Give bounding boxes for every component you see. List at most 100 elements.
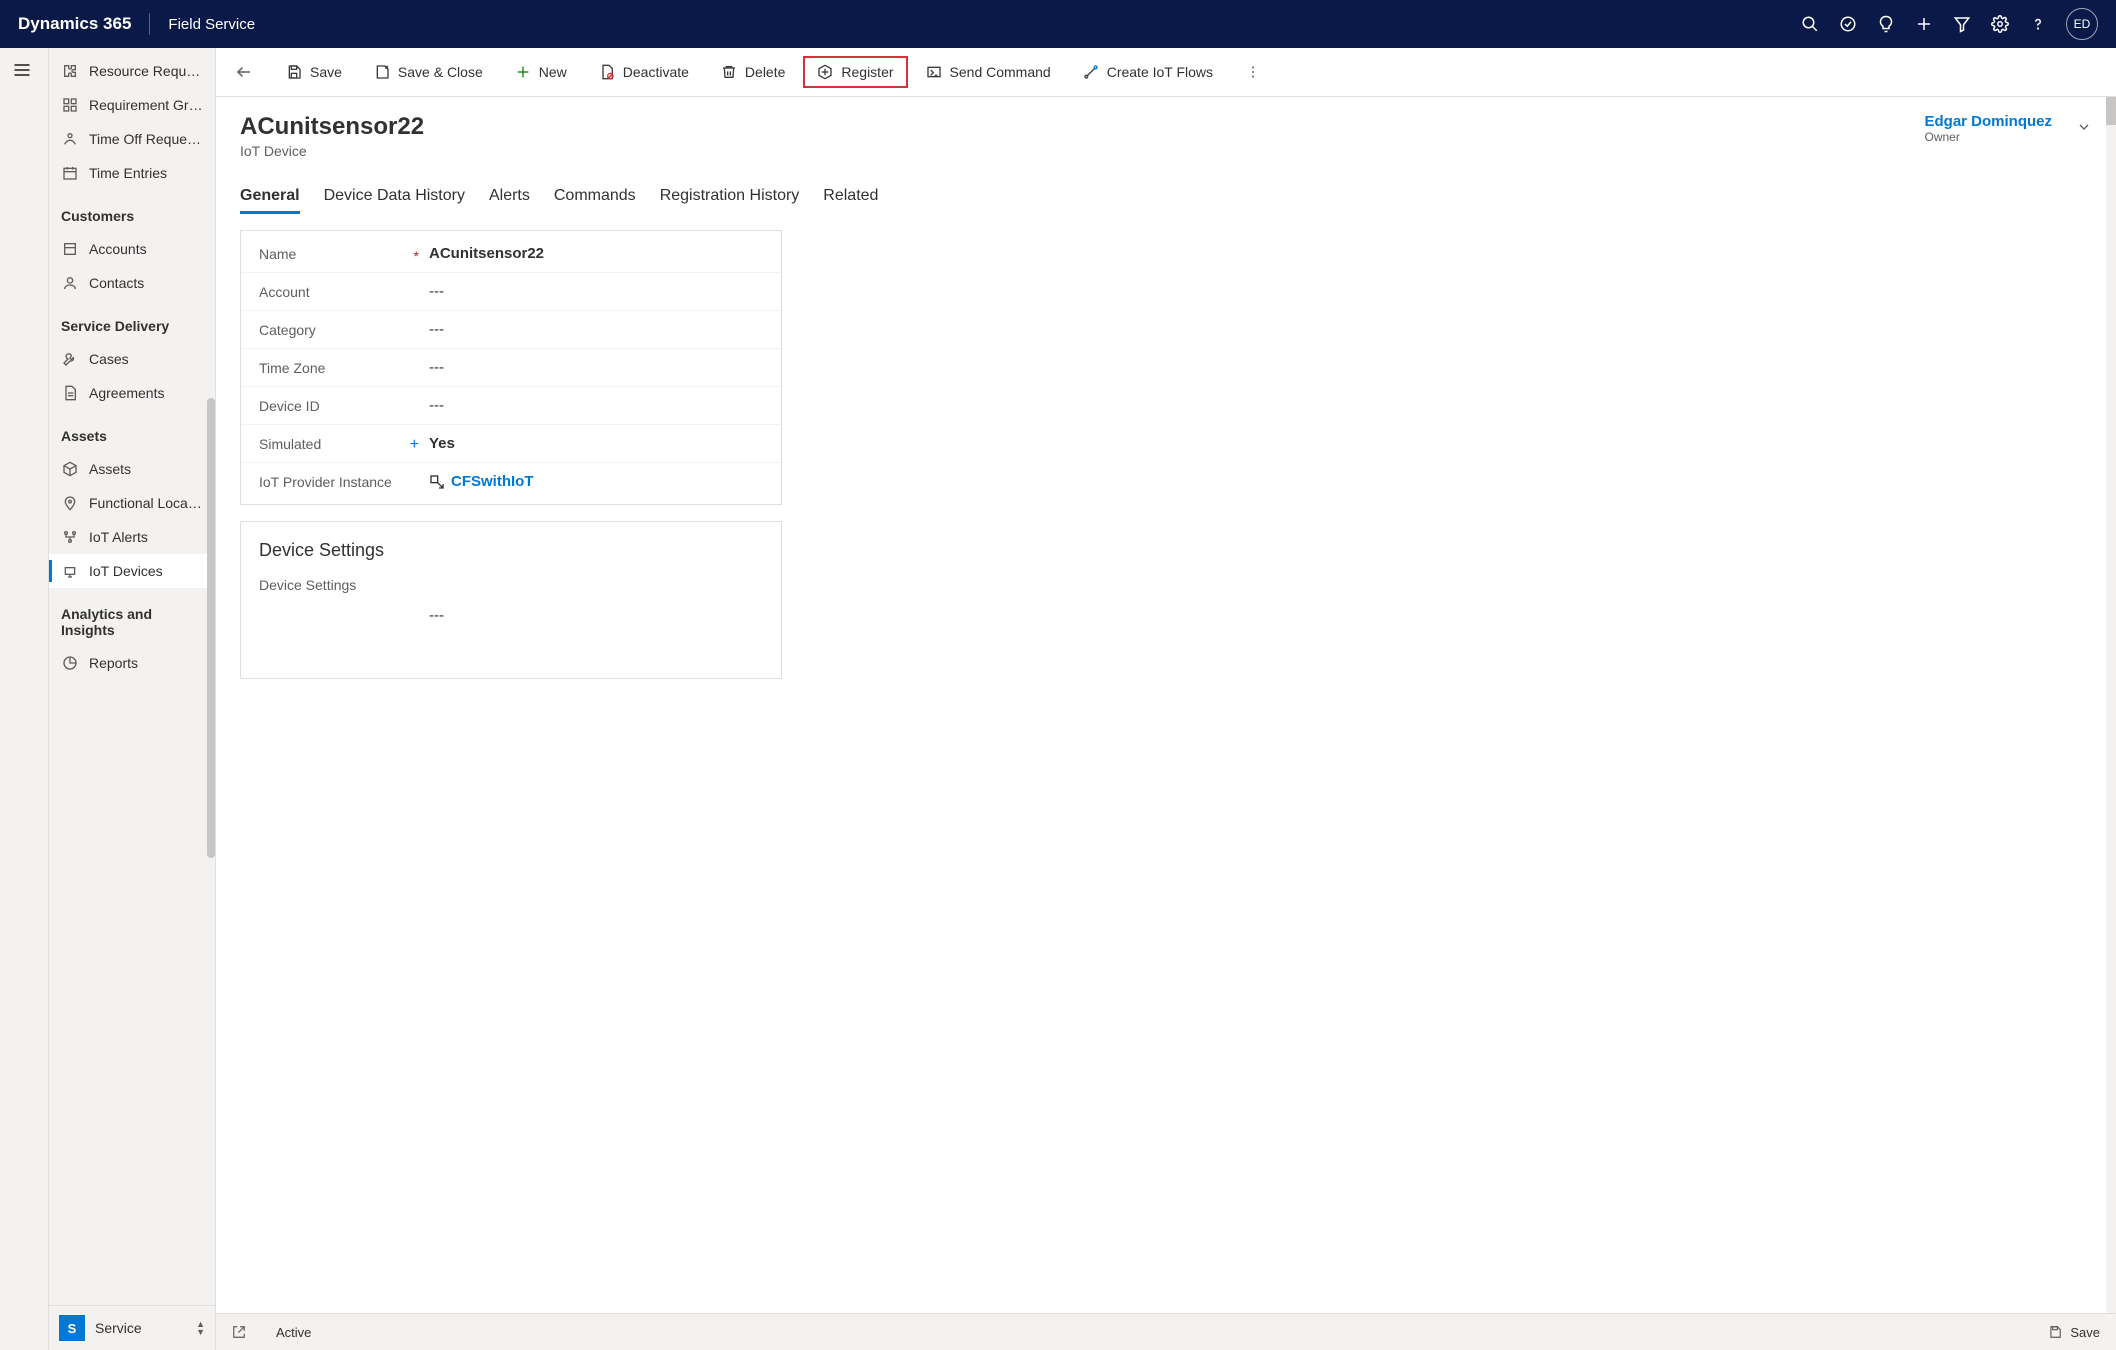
tab-device-data-history[interactable]: Device Data History	[324, 179, 465, 213]
tab-commands[interactable]: Commands	[554, 179, 636, 213]
register-label: Register	[841, 64, 893, 80]
search-icon[interactable]	[1800, 14, 1820, 34]
create-flows-label: Create IoT Flows	[1107, 64, 1213, 80]
content-scrollbar-thumb[interactable]	[2106, 97, 2116, 125]
sidebar-item-agreements[interactable]: Agreements	[49, 376, 215, 410]
provider-value[interactable]: CFSwithIoT	[429, 473, 763, 490]
chevron-down-icon[interactable]	[2076, 119, 2092, 135]
map-pin-icon	[61, 494, 79, 512]
section-analytics: Analytics and Insights	[49, 588, 215, 646]
field-simulated[interactable]: Simulated+ Yes	[241, 425, 781, 463]
record-title: ACunitsensor22	[240, 113, 424, 141]
plus-icon[interactable]	[1914, 14, 1934, 34]
sidebar-item-label: Cases	[89, 351, 129, 367]
chevron-up-down-icon: ▲▼	[196, 1320, 205, 1336]
provider-label: IoT Provider Instance	[259, 474, 392, 490]
sidebar-item-label: Requirement Grou…	[89, 97, 203, 113]
document-icon	[61, 384, 79, 402]
reports-icon	[61, 654, 79, 672]
field-deviceid[interactable]: Device ID ---	[241, 387, 781, 425]
filter-icon[interactable]	[1952, 14, 1972, 34]
name-label: Name	[259, 246, 296, 262]
sidebar-item-label: Reports	[89, 655, 138, 671]
save-button[interactable]: Save	[272, 56, 356, 88]
field-device-settings[interactable]: Device Settings ---	[241, 567, 781, 634]
send-icon	[926, 64, 942, 80]
field-category[interactable]: Category ---	[241, 311, 781, 349]
field-provider[interactable]: IoT Provider Instance CFSwithIoT	[241, 463, 781, 500]
tab-general[interactable]: General	[240, 179, 300, 213]
brand-label: Dynamics 365	[18, 14, 131, 34]
module-label[interactable]: Field Service	[168, 16, 255, 33]
create-flows-button[interactable]: Create IoT Flows	[1069, 56, 1227, 88]
sidebar-item-assets[interactable]: Assets	[49, 452, 215, 486]
sidebar-item-cases[interactable]: Cases	[49, 342, 215, 376]
tab-related[interactable]: Related	[823, 179, 878, 213]
trash-icon	[721, 64, 737, 80]
new-button[interactable]: New	[501, 56, 581, 88]
sidebar-item-label: Accounts	[89, 241, 147, 257]
tab-alerts[interactable]: Alerts	[489, 179, 530, 213]
sidebar-item-time-entries[interactable]: Time Entries	[49, 156, 215, 190]
field-name[interactable]: Name* ACunitsensor22	[241, 235, 781, 273]
owner-name[interactable]: Edgar Dominquez	[1924, 113, 2052, 130]
category-value: ---	[429, 321, 763, 338]
deactivate-button[interactable]: Deactivate	[585, 56, 703, 88]
record-entity: IoT Device	[240, 143, 424, 159]
group-icon	[61, 96, 79, 114]
calendar-icon	[61, 164, 79, 182]
deactivate-label: Deactivate	[623, 64, 689, 80]
simulated-value: Yes	[429, 435, 763, 452]
back-button[interactable]	[228, 56, 260, 88]
plus-icon	[515, 64, 531, 80]
field-timezone[interactable]: Time Zone ---	[241, 349, 781, 387]
area-switcher[interactable]: S Service ▲▼	[49, 1305, 215, 1350]
sidebar-item-accounts[interactable]: Accounts	[49, 232, 215, 266]
category-label: Category	[259, 322, 316, 338]
sidebar-item-requirement-groups[interactable]: Requirement Grou…	[49, 88, 215, 122]
sidebar-item-label: Contacts	[89, 275, 144, 291]
sidebar-item-iot-devices[interactable]: IoT Devices	[49, 554, 215, 588]
more-commands-button[interactable]	[1237, 56, 1269, 88]
help-icon[interactable]	[2028, 14, 2048, 34]
sidebar-item-reports[interactable]: Reports	[49, 646, 215, 680]
send-command-button[interactable]: Send Command	[912, 56, 1065, 88]
save-label: Save	[310, 64, 342, 80]
device-settings-title: Device Settings	[241, 526, 781, 567]
section-service-delivery: Service Delivery	[49, 300, 215, 342]
content-scrollbar[interactable]	[2106, 97, 2116, 1313]
section-assets: Assets	[49, 410, 215, 452]
tab-registration-history[interactable]: Registration History	[660, 179, 800, 213]
sidebar-item-resource-requirements[interactable]: Resource Require…	[49, 54, 215, 88]
deviceid-label: Device ID	[259, 398, 320, 414]
send-command-label: Send Command	[950, 64, 1051, 80]
sidebar-scrollbar-thumb[interactable]	[207, 398, 215, 858]
register-icon	[817, 64, 833, 80]
delete-button[interactable]: Delete	[707, 56, 799, 88]
sidebar-item-label: Agreements	[89, 385, 164, 401]
timeoff-icon	[61, 130, 79, 148]
register-button[interactable]: Register	[803, 56, 907, 88]
sidebar-item-label: IoT Alerts	[89, 529, 148, 545]
required-indicator: *	[414, 248, 419, 264]
sidebar-item-functional-locations[interactable]: Functional Locations	[49, 486, 215, 520]
wrench-icon	[61, 350, 79, 368]
gear-icon[interactable]	[1990, 14, 2010, 34]
header-divider	[149, 13, 150, 35]
save-close-icon	[374, 64, 390, 80]
field-account[interactable]: Account ---	[241, 273, 781, 311]
lightbulb-icon[interactable]	[1876, 14, 1896, 34]
sidebar-item-time-off[interactable]: Time Off Requests	[49, 122, 215, 156]
save-close-label: Save & Close	[398, 64, 483, 80]
sidebar-item-contacts[interactable]: Contacts	[49, 266, 215, 300]
user-avatar[interactable]: ED	[2066, 8, 2098, 40]
delete-label: Delete	[745, 64, 785, 80]
recommended-indicator: +	[410, 436, 419, 454]
sidebar-item-iot-alerts[interactable]: IoT Alerts	[49, 520, 215, 554]
save-close-button[interactable]: Save & Close	[360, 56, 497, 88]
popout-icon[interactable]	[232, 1325, 246, 1339]
footer-save-button[interactable]: Save	[2048, 1325, 2100, 1340]
area-label: Service	[95, 1320, 186, 1336]
hamburger-icon[interactable]	[12, 60, 36, 84]
assistant-icon[interactable]	[1838, 14, 1858, 34]
